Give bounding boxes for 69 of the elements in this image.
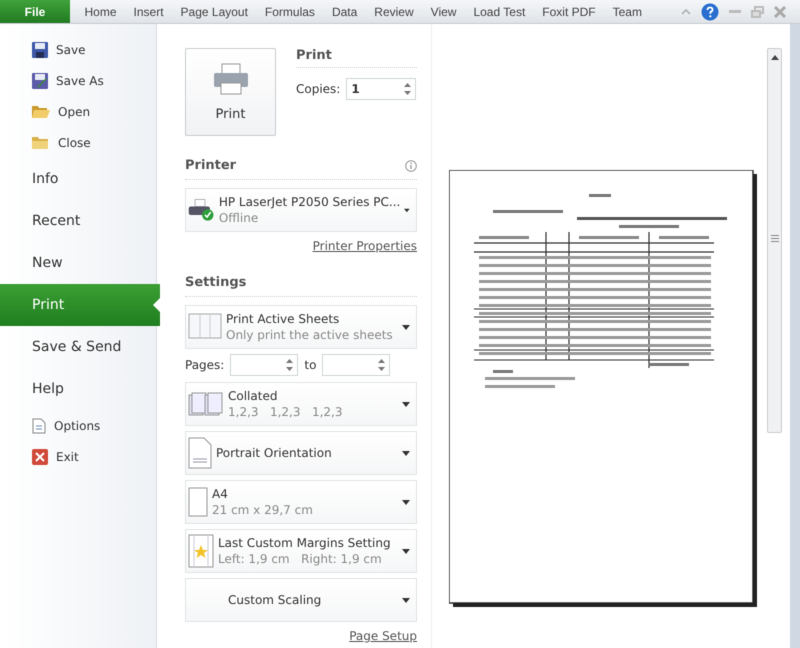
ribbon-tab[interactable]: Data (323, 0, 366, 23)
spin-arrows-icon[interactable] (378, 359, 386, 371)
printer-icon (212, 62, 248, 94)
caret-icon (402, 324, 410, 330)
ribbon-tab[interactable]: Review (366, 0, 422, 23)
folder-icon (32, 135, 50, 150)
menu-item[interactable]: Save (0, 34, 156, 65)
sheet-icon (188, 313, 222, 341)
caret-icon (402, 402, 410, 406)
info-icon (405, 160, 417, 172)
caret-icon[interactable] (681, 8, 691, 16)
caret-icon (402, 548, 410, 554)
ribbon-tab[interactable]: Foxit PDF (534, 0, 604, 23)
settings-dropdown[interactable]: A4 21 cm x 29,7 cm (185, 480, 417, 524)
backstage-tab[interactable]: Save & Send (0, 326, 156, 368)
restore-icon[interactable] (751, 6, 764, 18)
settings-dropdown[interactable]: Custom Scaling (185, 578, 417, 622)
ribbon-tab[interactable]: Team (604, 0, 650, 23)
printer-dropdown[interactable]: HP LaserJet P2050 Series PC... Offline (185, 188, 417, 232)
page-setup-link[interactable]: Page Setup (349, 629, 417, 643)
close-icon[interactable] (774, 6, 786, 18)
scrollbar[interactable] (767, 48, 782, 433)
ribbon-tab[interactable]: Load Test (464, 0, 534, 23)
settings-dropdown[interactable]: Print Active Sheets Only print the active sheets (185, 305, 417, 349)
backstage-tab[interactable]: Print (0, 284, 160, 326)
menu-item[interactable]: Options (0, 410, 156, 441)
collated-pages-icon (188, 391, 224, 417)
to-label: to (304, 358, 316, 372)
caret-icon (402, 450, 410, 456)
caret-icon (404, 208, 410, 212)
help-icon[interactable] (701, 2, 719, 20)
ribbon-tab[interactable]: View (422, 0, 465, 23)
menu-item[interactable]: Exit (0, 441, 156, 472)
printer-properties-link[interactable]: Printer Properties (312, 239, 417, 253)
backstage-tab[interactable]: New (0, 242, 156, 284)
ribbon-tab[interactable]: Page Layout (172, 0, 256, 23)
exit-icon (32, 448, 48, 464)
settings-dropdown[interactable]: Collated 1,2,3 1,2,3 1,2,3 (185, 382, 417, 426)
menu-item[interactable]: Open (0, 96, 156, 127)
backstage-tab[interactable]: Recent (0, 200, 156, 242)
settings-dropdown[interactable]: Portrait Orientation (185, 431, 417, 475)
copies-label: Copies: (296, 82, 340, 96)
section-heading: Settings (185, 275, 246, 290)
grip-icon[interactable] (770, 235, 778, 242)
minimize-icon[interactable] (729, 10, 741, 14)
section-heading: Printer (185, 158, 236, 173)
settings-dropdown[interactable]: Last Custom Margins Setting Left: 1,9 cm Right: 1,9 cm (185, 529, 417, 573)
backstage-tab[interactable]: Help (0, 368, 156, 410)
menu-item[interactable]: Save As (0, 65, 156, 96)
spin-arrows-icon[interactable] (404, 83, 412, 95)
backstage-tab[interactable]: Info (0, 158, 156, 200)
floppy-pencil-icon (32, 72, 48, 88)
page-icon (188, 487, 208, 517)
caret-icon (402, 598, 410, 602)
copies-spinner[interactable]: 1 (346, 78, 416, 100)
ribbon-tab[interactable]: Formulas (256, 0, 324, 23)
portrait-page-icon (188, 437, 212, 469)
ribbon-tab[interactable]: Insert (125, 0, 172, 23)
scroll-up-icon[interactable] (770, 55, 778, 60)
section-heading: Print (296, 48, 417, 68)
document-icon (32, 418, 46, 434)
print-button[interactable]: Print (185, 48, 276, 136)
pages-label: Pages: (185, 358, 224, 372)
caret-icon (402, 500, 410, 504)
spin-arrows-icon[interactable] (286, 359, 294, 371)
open-folder-icon (32, 104, 50, 119)
ribbon-tab[interactable]: Home (76, 0, 126, 23)
menu-item[interactable]: Close (0, 127, 156, 158)
ribbon-tab[interactable]: File (0, 0, 70, 23)
